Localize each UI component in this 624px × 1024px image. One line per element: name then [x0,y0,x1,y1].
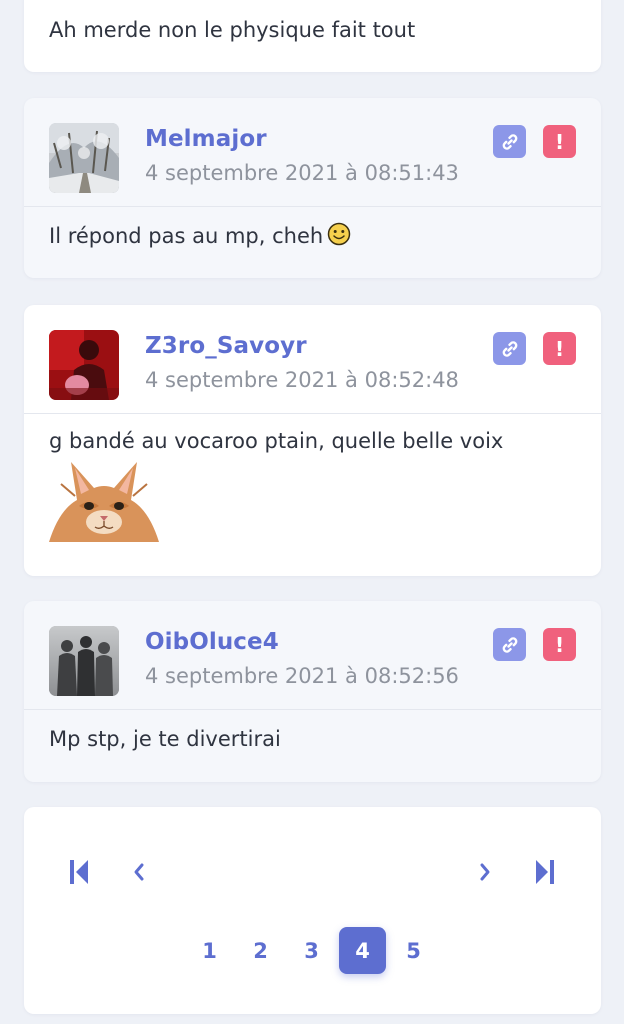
page-5[interactable]: 5 [390,927,437,974]
cat-sticker [49,460,159,542]
permalink-button[interactable] [493,125,526,158]
avatar[interactable] [49,330,119,400]
post-header: Z3ro_Savoyr 4 septembre 2021 à 08:52:48 … [24,305,601,413]
post-date: 4 septembre 2021 à 08:51:43 [145,161,459,185]
post-header: Melmajor 4 septembre 2021 à 08:51:43 ! [24,98,601,206]
author-name[interactable]: Z3ro_Savoyr [145,333,307,359]
next-page-icon [480,863,490,881]
page-3[interactable]: 3 [288,927,335,974]
page-1[interactable]: 1 [186,927,233,974]
post-card: Ah merde non le physique fait tout [24,0,601,72]
previous-page-icon [134,863,144,881]
post-date: 4 septembre 2021 à 08:52:56 [145,664,459,688]
post-body: Mp stp, je te divertirai [49,727,281,751]
author-name[interactable]: Melmajor [145,126,267,152]
first-page-icon [70,860,88,884]
smiley-icon [327,222,351,246]
previous-page-button[interactable] [124,857,154,887]
post-body: Il répond pas au mp, cheh [49,222,351,248]
report-button[interactable]: ! [543,125,576,158]
post-card: Melmajor 4 septembre 2021 à 08:51:43 ! I… [24,98,601,278]
report-button[interactable]: ! [543,332,576,365]
link-icon [502,636,517,653]
next-page-button[interactable] [470,857,500,887]
divider [24,709,601,710]
last-page-icon [536,860,554,884]
divider [24,413,601,414]
post-body: g bandé au vocaroo ptain, quelle belle v… [49,429,504,453]
post-date: 4 septembre 2021 à 08:52:48 [145,368,459,392]
post-card: OibOluce4 4 septembre 2021 à 08:52:56 ! … [24,601,601,782]
avatar[interactable] [49,123,119,193]
permalink-button[interactable] [493,628,526,661]
post-body-text: Il répond pas au mp, cheh [49,224,324,248]
avatar[interactable] [49,626,119,696]
permalink-button[interactable] [493,332,526,365]
post-body: Ah merde non le physique fait tout [49,18,416,42]
author-name[interactable]: OibOluce4 [145,629,279,655]
pagination: 1 2 3 4 5 [24,807,601,1014]
post-card: Z3ro_Savoyr 4 septembre 2021 à 08:52:48 … [24,305,601,576]
exclamation-icon: ! [554,129,565,154]
last-page-button[interactable] [530,857,560,887]
post-header: OibOluce4 4 septembre 2021 à 08:52:56 ! [24,601,601,709]
link-icon [502,340,517,357]
divider [24,206,601,207]
report-button[interactable]: ! [543,628,576,661]
page-2[interactable]: 2 [237,927,284,974]
page-4-current[interactable]: 4 [339,927,386,974]
link-icon [502,133,517,150]
exclamation-icon: ! [554,632,565,657]
exclamation-icon: ! [554,336,565,361]
first-page-button[interactable] [64,857,94,887]
